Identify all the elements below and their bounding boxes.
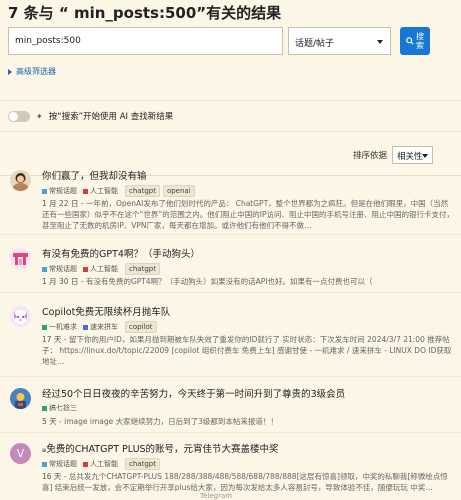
avatar[interactable]: V: [10, 443, 31, 464]
advanced-filters-toggle[interactable]: 高级筛选器: [8, 66, 453, 77]
result-meta: 常规话题 人工智能 chatgpt openai: [42, 185, 197, 197]
advanced-filters-label: 高级筛选器: [16, 67, 56, 76]
result-title[interactable]: 你们赢了，但我却没有输: [42, 170, 147, 183]
category-name: 常规话题: [49, 265, 77, 273]
category-name: 常规话题: [49, 460, 77, 468]
scope-select-value: 话题/帖子: [295, 39, 335, 49]
result-date: 1 月 22 日: [42, 199, 79, 208]
sort-select[interactable]: 相关性: [392, 146, 433, 164]
tag[interactable]: openai: [162, 185, 195, 197]
category-color-icon: [83, 266, 88, 272]
toggle-knob: [9, 111, 18, 121]
avatar[interactable]: [10, 306, 31, 327]
search-button-label: 搜索: [416, 32, 424, 50]
avatar[interactable]: [10, 388, 31, 409]
category-badge[interactable]: 常规话题: [42, 459, 77, 469]
result-title[interactable]: 经过50个日日夜夜的辛苦努力，今天终于第一时间升到了尊贵的3级会员: [42, 388, 345, 401]
result-meta: 常规话题 人工智能 chatgpt: [42, 458, 162, 470]
divider: [0, 234, 461, 235]
category-name: 速来拼车: [90, 323, 118, 331]
excerpt-text: - image image 大家继续努力，日后到了3级都到本帖来报道！！: [59, 417, 278, 426]
result-excerpt: 17 天 - 留下你的用户ID，如果月抛到期被车队失效了重发你的ID就行了 实时…: [42, 334, 454, 367]
category-name: 人工智能: [90, 460, 118, 468]
category-color-icon: [42, 461, 47, 467]
chevron-down-icon: [422, 154, 428, 158]
result-title-text: 免费的CHATGPT PLUS的账号，元宵佳节大赛盖楼中奖: [46, 444, 279, 455]
divider: [0, 376, 461, 377]
divider: [0, 292, 461, 293]
sort-bar: 排序依据 相关性: [0, 135, 461, 175]
sparkle-icon: ✦: [36, 111, 43, 121]
search-header: 7 条与 “ min_posts:500”有关的结果 min_posts:500…: [0, 0, 461, 100]
category-badge[interactable]: 搞七捻三: [42, 403, 77, 413]
footer-label: Telegram: [200, 492, 233, 500]
result-meta: 常规话题 人工智能 chatgpt: [42, 263, 162, 275]
result-excerpt: 1 月 22 日 - 一年前，OpenAI发布了他们划时代的产品： ChatGP…: [42, 198, 454, 231]
ai-search-row: ✦ 按“搜索”开始使用 AI 查找新结果: [0, 101, 461, 131]
category-color-icon: [83, 188, 88, 194]
result-excerpt: 16 天 - 总共发九个CHATGPT-PLUS 188/288/388/488…: [42, 471, 454, 493]
result-date: 5 天: [42, 417, 57, 426]
chevron-down-icon: [377, 40, 383, 44]
sort-select-value: 相关性: [397, 152, 423, 162]
sort-label: 排序依据: [352, 151, 387, 161]
excerpt-text: - 一年前，OpenAI发布了他们划时代的产品： ChatGPT，整个世界都为之…: [42, 199, 455, 230]
category-name: 人工智能: [90, 265, 118, 273]
category-badge[interactable]: 一机难求: [42, 322, 77, 332]
category-badge[interactable]: 速来拼车: [83, 322, 118, 332]
category-color-icon: [42, 324, 47, 330]
category-color-icon: [42, 266, 47, 272]
category-name: 一机难求: [49, 323, 77, 331]
category-badge[interactable]: 人工智能: [83, 186, 118, 196]
category-badge[interactable]: 人工智能: [83, 264, 118, 274]
category-name: 搞七捻三: [49, 404, 77, 412]
page-title: 7 条与 “ min_posts:500”有关的结果: [8, 4, 282, 22]
search-button[interactable]: 搜索: [400, 27, 430, 55]
tag[interactable]: copilot: [125, 321, 157, 333]
ai-search-toggle[interactable]: [8, 110, 30, 122]
category-badge[interactable]: 常规话题: [42, 186, 77, 196]
result-date: 16 天: [42, 472, 62, 481]
avatar[interactable]: [10, 248, 31, 269]
tag[interactable]: chatgpt: [125, 185, 160, 197]
result-excerpt: 5 天 - image image 大家继续努力，日后到了3级都到本帖来报道！！: [42, 416, 454, 427]
tag[interactable]: chatgpt: [125, 458, 160, 470]
category-badge[interactable]: 人工智能: [83, 459, 118, 469]
excerpt-text: - 有没有免费的GPT4啊？（手动狗头）如果没有的话API也好。如果有一点付费也…: [80, 277, 373, 286]
result-date: 17 天: [42, 335, 62, 344]
category-color-icon: [42, 188, 47, 194]
ai-search-label: 按“搜索”开始使用 AI 查找新结果: [48, 112, 174, 122]
result-title[interactable]: Copilot免费无限续杯月抛车队: [42, 306, 170, 319]
excerpt-text: - 总共发九个CHATGPT-PLUS 188/288/388/488/588/…: [42, 472, 448, 492]
category-color-icon: [42, 405, 47, 411]
avatar[interactable]: [10, 170, 31, 191]
caret-right-icon: [8, 68, 12, 75]
result-title[interactable]: 有没有免费的GPT4啊？（手动狗头）: [42, 248, 200, 261]
result-date: 1 月 30 日: [42, 277, 79, 286]
tag[interactable]: chatgpt: [125, 263, 160, 275]
excerpt-text: - 留下你的用户ID，如果月抛到期被车队失效了重发你的ID就行了 实时状态：下次…: [42, 335, 452, 366]
search-icon: [405, 37, 414, 45]
category-color-icon: [83, 324, 88, 330]
result-meta: 搞七捻三: [42, 403, 83, 413]
search-input[interactable]: min_posts:500: [8, 27, 283, 55]
divider: [0, 432, 461, 433]
category-color-icon: [83, 461, 88, 467]
result-excerpt: 1 月 30 日 - 有没有免费的GPT4啊？（手动狗头）如果没有的话API也好…: [42, 276, 454, 287]
category-name: 人工智能: [90, 187, 118, 195]
category-badge[interactable]: 常规话题: [42, 264, 77, 274]
search-row: min_posts:500 话题/帖子 搜索: [8, 26, 453, 56]
category-name: 常规话题: [49, 187, 77, 195]
divider: [0, 131, 461, 132]
result-title[interactable]: 🔒︎免费的CHATGPT PLUS的账号，元宵佳节大赛盖楼中奖: [42, 443, 279, 456]
result-meta: 一机难求 速来拼车 copilot: [42, 321, 159, 333]
scope-select[interactable]: 话题/帖子: [288, 27, 391, 55]
